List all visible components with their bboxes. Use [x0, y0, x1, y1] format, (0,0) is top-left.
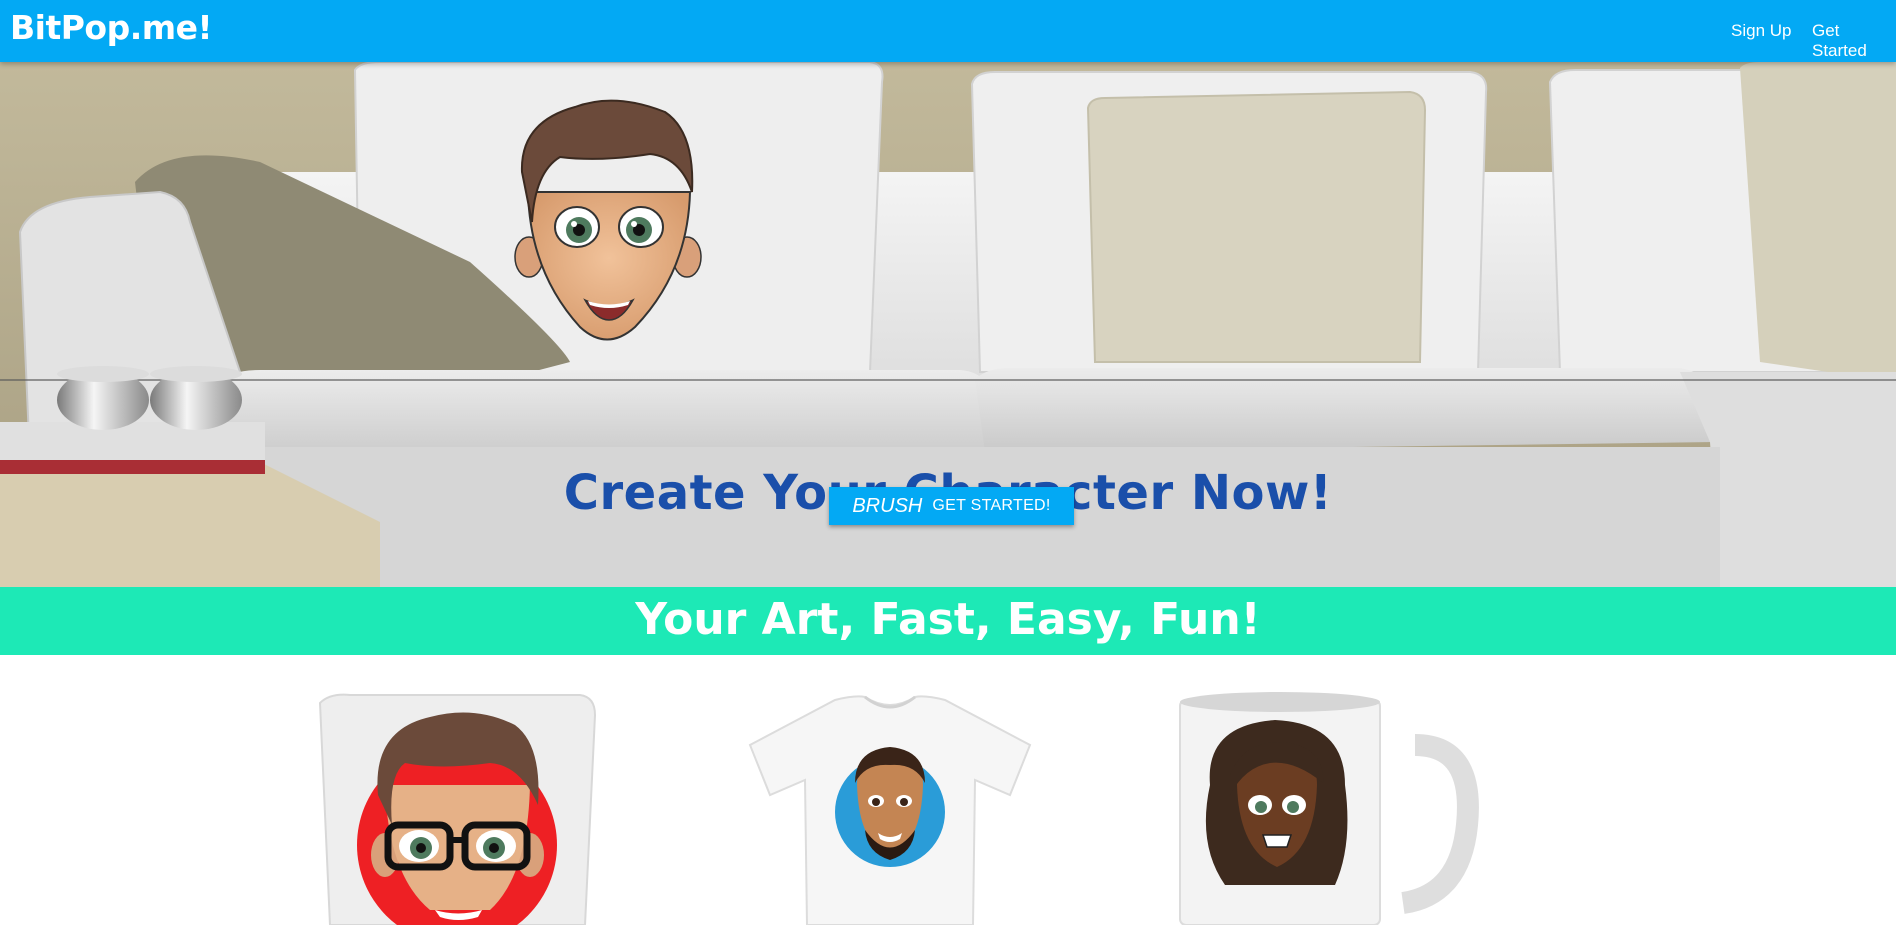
tshirt-product-image	[748, 695, 1032, 925]
mug-product[interactable]	[1175, 655, 1485, 925]
nav-get-started-link[interactable]: Get Started	[1812, 21, 1896, 61]
tagline-band: Your Art, Fast, Easy, Fun!	[0, 587, 1896, 655]
get-started-button[interactable]: BRUSH GET STARTED!	[829, 487, 1074, 525]
hero-section: Create Your Character Now! BRUSH GET STA…	[0, 62, 1896, 587]
tshirt-product[interactable]	[745, 655, 1035, 925]
tagline-title: Your Art, Fast, Easy, Fun!	[635, 594, 1261, 645]
top-navbar: BitPop.me! Sign Up Get Started	[0, 0, 1896, 62]
nav-sign-up-link[interactable]: Sign Up	[1731, 21, 1791, 41]
mug-product-image	[1179, 692, 1479, 925]
pillow-product[interactable]	[310, 655, 610, 925]
brush-icon: BRUSH	[852, 494, 923, 517]
brand-logo[interactable]: BitPop.me!	[10, 8, 213, 47]
products-section	[0, 655, 1896, 925]
pillow-product-image	[318, 693, 597, 925]
get-started-button-label: GET STARTED!	[932, 497, 1051, 514]
